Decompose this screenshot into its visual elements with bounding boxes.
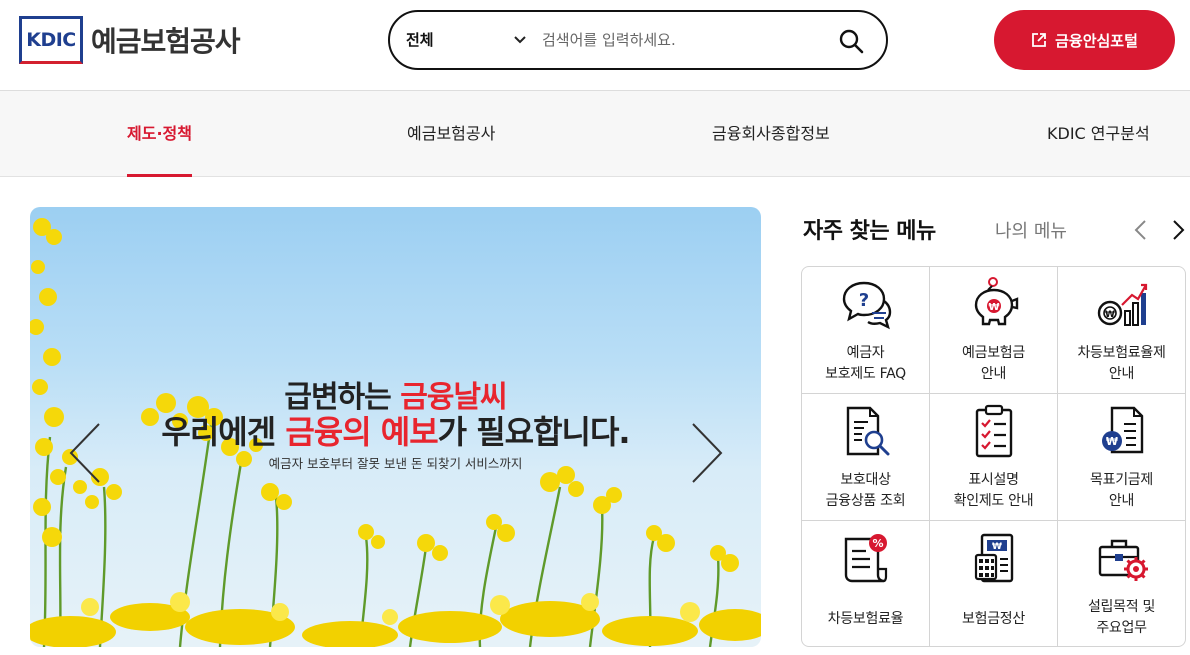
label-line1: 차등보험료율제 (1077, 345, 1166, 361)
quick-menu-item-protected-products[interactable]: 보호대상 금융상품 조회 (802, 394, 930, 521)
quick-menu-item-faq[interactable]: ? 예금자 보호제도 FAQ (802, 267, 930, 394)
quick-menu-label: 목표기금제 안내 (1058, 470, 1185, 512)
portal-button-label: 금융안심포털 (1055, 31, 1138, 50)
chevron-left-icon[interactable] (1131, 218, 1151, 242)
label-line1: 보호대상 (840, 472, 891, 488)
banner-subtitle: 예금자 보호부터 잘못 보낸 돈 되찾기 서비스까지 (268, 456, 523, 471)
main-banner[interactable]: 급변하는 금융날씨 우리에겐 금융의 예보가 필요합니다. 예금자 보호부터 잘… (30, 207, 761, 647)
label-line1: 목표기금제 (1090, 472, 1153, 488)
search-icon[interactable] (838, 28, 864, 54)
label-line1: 차등보험료율 (827, 611, 904, 627)
label-line1: 표시설명 (968, 472, 1019, 488)
svg-text:₩: ₩ (1106, 435, 1118, 448)
percent-document-icon: % (844, 534, 888, 583)
svg-text:₩: ₩ (1105, 310, 1115, 320)
my-menu-tab[interactable]: 나의 메뉴 (995, 217, 1067, 243)
quick-menu-label: 차등보험료율제 안내 (1058, 343, 1185, 385)
piggy-bank-icon: ₩ (974, 277, 1019, 326)
chevron-right-icon[interactable] (1168, 218, 1188, 242)
quick-menu-item-differential-premium-rate[interactable]: % 차등보험료율 (802, 521, 930, 646)
quick-menu-item-insurance-settlement[interactable]: ₩ 보험금정산 (930, 521, 1058, 646)
quick-menu-item-insurance-payment[interactable]: ₩ 예금보험금 안내 (930, 267, 1058, 394)
banner-headline-line2: 우리에겐 금융의 예보가 필요합니다. (30, 407, 761, 453)
quick-menu-label: 설립목적 및 주요업무 (1058, 597, 1185, 639)
main-navigation: 제도·정책 예금보험공사 금융회사종합정보 KDIC 연구분석 (0, 90, 1190, 177)
site-header: KDIC 예금보험공사 전체 금융안심포털 (0, 0, 1190, 90)
svg-text:?: ? (859, 290, 869, 311)
quick-menu-item-disclosure-check[interactable]: 표시설명 확인제도 안내 (930, 394, 1058, 521)
coin-growth-chart-icon: ₩ (1097, 283, 1148, 326)
svg-text:₩: ₩ (992, 542, 1002, 552)
quick-menu-label: 예금자 보호제도 FAQ (802, 343, 929, 385)
calculator-icon: ₩ (974, 533, 1014, 583)
logo-mark: KDIC (19, 16, 83, 64)
financial-safety-portal-button[interactable]: 금융안심포털 (994, 10, 1175, 70)
nav-item-kdic[interactable]: 예금보험공사 (407, 91, 495, 177)
search-input[interactable] (540, 24, 830, 56)
quick-menu-label: 예금보험금 안내 (930, 343, 1057, 385)
label-line2: 보호제도 FAQ (825, 366, 906, 382)
quick-menu-label: 차등보험료율 (802, 609, 929, 630)
quick-menu-label: 보호대상 금융상품 조회 (802, 470, 929, 512)
label-line1: 예금보험금 (962, 345, 1025, 361)
label-line1: 예금자 (846, 345, 885, 361)
logo-name: 예금보험공사 (91, 25, 241, 58)
banner-line2-suffix: 가 필요합니다. (437, 413, 631, 451)
quick-menu-item-target-fund[interactable]: ₩ 목표기금제 안내 (1058, 394, 1185, 521)
banner-prev-arrow-icon[interactable] (68, 422, 102, 484)
document-search-icon (846, 406, 890, 456)
svg-text:₩: ₩ (988, 302, 999, 313)
quick-menu-grid: ? 예금자 보호제도 FAQ ₩ 예금보험금 안내 ₩ 차등보험료율제 안내 보… (801, 266, 1186, 647)
label-line2: 안내 (1108, 493, 1135, 509)
quick-menu-item-purpose-and-duties[interactable]: 설립목적 및 주요업무 (1058, 521, 1185, 646)
banner-next-arrow-icon[interactable] (690, 422, 724, 484)
search-bar: 전체 (388, 10, 888, 70)
label-line2: 주요업무 (1096, 620, 1147, 636)
banner-line2-highlight: 금융의 예보 (285, 413, 438, 451)
nav-item-policy[interactable]: 제도·정책 (127, 91, 192, 177)
label-line1: 보험금정산 (962, 611, 1025, 627)
quick-menu-title[interactable]: 자주 찾는 메뉴 (803, 213, 936, 245)
quick-menu-label: 보험금정산 (930, 609, 1057, 630)
svg-text:%: % (872, 537, 883, 550)
nav-item-financial-company-info[interactable]: 금융회사종합정보 (712, 91, 830, 177)
logo-mark-text: KDIC (22, 29, 80, 51)
label-line1: 설립목적 및 (1087, 599, 1156, 615)
faq-bubble-icon: ? (842, 281, 892, 330)
label-line2: 금융상품 조회 (825, 493, 906, 509)
nav-item-kdic-research[interactable]: KDIC 연구분석 (1047, 91, 1150, 177)
won-document-icon: ₩ (1102, 406, 1144, 454)
quick-menu-label: 표시설명 확인제도 안내 (930, 470, 1057, 512)
label-line2: 안내 (1108, 366, 1135, 382)
chevron-down-icon[interactable] (514, 12, 526, 68)
label-line2: 확인제도 안내 (953, 493, 1034, 509)
checklist-clipboard-icon (975, 404, 1013, 458)
label-line2: 안내 (980, 366, 1007, 382)
search-scope-select[interactable]: 전체 (406, 12, 434, 68)
kdic-logo[interactable]: KDIC 예금보험공사 (19, 15, 241, 65)
briefcase-gear-icon (1098, 539, 1148, 581)
external-link-icon (1032, 33, 1046, 47)
quick-menu-item-differential-premium-system[interactable]: ₩ 차등보험료율제 안내 (1058, 267, 1185, 394)
banner-line2-text: 우리에겐 (161, 413, 286, 451)
